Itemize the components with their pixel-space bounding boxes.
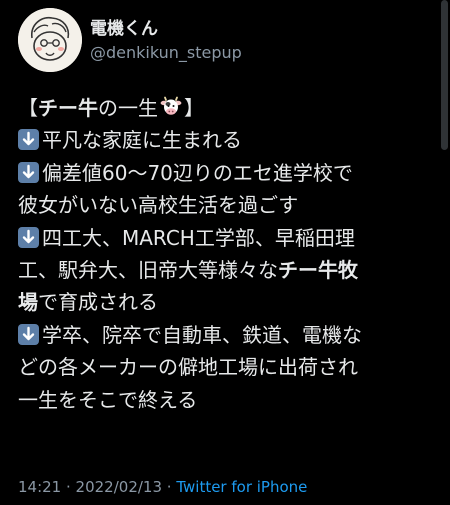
tweet-header: 電機くん @denkikun_stepup [18, 8, 438, 72]
tweet-line-7-text: 学卒、院卒で自動車、鉄道、電機な [42, 322, 362, 347]
tweet-line-6-bold-text: 場 [18, 290, 38, 315]
avatar[interactable] [18, 8, 82, 72]
tweet-line-9-text: 一生をそこで終える [18, 387, 198, 412]
tweet-line-8: どの各メーカーの僻地工場に出荷され [18, 351, 446, 383]
tweet-line-3-text: 彼女がいない高校生活を過ごす [18, 193, 299, 218]
avatar-face-icon [18, 8, 82, 72]
user-handle[interactable]: @denkikun_stepup [90, 42, 242, 64]
cow-face-emoji-icon [160, 96, 182, 115]
tweet-line-8-text: どの各メーカーの僻地工場に出荷され [18, 355, 358, 380]
tweet-line-2-text: 偏差値60〜70辺りのエセ進学校で [42, 160, 353, 185]
tweet-time[interactable]: 14:21 [18, 478, 61, 496]
tweet-line-5-bold-text: チー牛牧 [278, 257, 358, 282]
down-arrow-emoji-icon [18, 226, 39, 248]
tweet-line-1: 平凡な家庭に生まれる [18, 124, 446, 156]
title-open-bracket: 【 [18, 96, 38, 120]
tweet-line-6-text: で育成される [38, 290, 158, 315]
down-arrow-emoji-icon [18, 323, 39, 345]
meta-separator: · [162, 478, 177, 496]
down-arrow-emoji-icon [18, 161, 39, 183]
title-rest-text: の一生 [98, 96, 158, 120]
tweet-date[interactable]: 2022/02/13 [76, 478, 162, 496]
down-arrow-emoji-icon [18, 129, 39, 151]
tweet-meta: 14:21 · 2022/02/13 · Twitter for iPhone [18, 478, 307, 496]
tweet-line-title: 【チー牛の一生 】 [18, 92, 446, 124]
title-close-bracket: 】 [184, 96, 204, 120]
tweet-line-5-text: 工、駅弁大、旧帝大等様々な [18, 257, 278, 282]
meta-separator: · [61, 478, 76, 496]
tweet-line-7: 学卒、院卒で自動車、鉄道、電機な [18, 319, 446, 351]
tweet-line-2: 偏差値60〜70辺りのエセ進学校で [18, 157, 446, 189]
user-names: 電機くん @denkikun_stepup [90, 18, 242, 64]
tweet-line-4-text: 四工大、MARCH工学部、早稲田理 [42, 225, 355, 250]
tweet-source-link[interactable]: Twitter for iPhone [176, 478, 307, 496]
tweet-line-1-text: 平凡な家庭に生まれる [42, 128, 242, 153]
display-name[interactable]: 電機くん [90, 18, 242, 40]
tweet-line-5: 工、駅弁大、旧帝大等様々なチー牛牧 [18, 254, 446, 286]
tweet-line-3: 彼女がいない高校生活を過ごす [18, 189, 446, 221]
title-bold-text: チー牛 [38, 96, 98, 120]
tweet-line-4: 四工大、MARCH工学部、早稲田理 [18, 222, 446, 254]
tweet-text: 【チー牛の一生 】 平凡な家庭に生まれる 偏差値60〜70辺りのエセ進学校で 彼… [18, 92, 446, 416]
tweet-line-9: 一生をそこで終える [18, 384, 446, 416]
tweet-line-6: 場で育成される [18, 286, 446, 318]
